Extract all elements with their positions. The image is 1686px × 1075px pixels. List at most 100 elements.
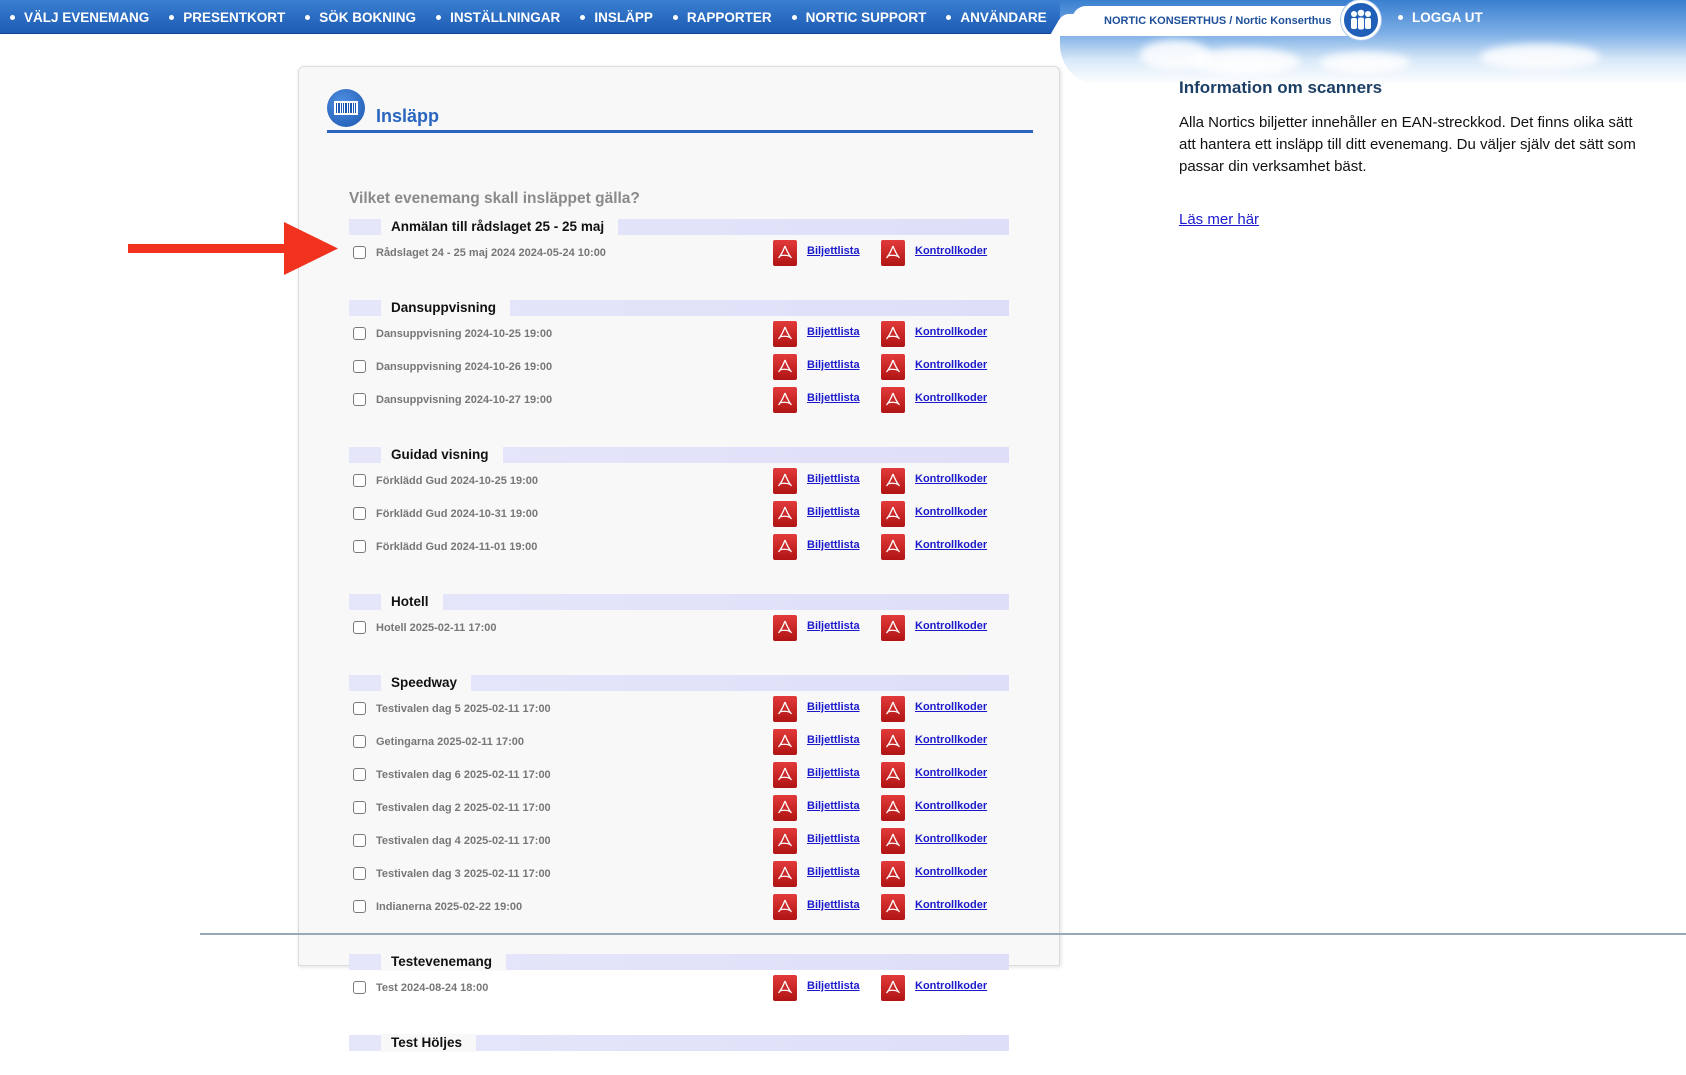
pdf-icon[interactable]	[773, 975, 797, 1001]
pdf-icon[interactable]	[773, 468, 797, 494]
pdf-icon[interactable]	[881, 795, 905, 821]
control-codes-link[interactable]: Kontrollkoder	[915, 506, 987, 518]
nav-item-6[interactable]: RAPPORTER	[672, 10, 772, 25]
control-codes-link[interactable]: Kontrollkoder	[915, 800, 987, 812]
pdf-icon[interactable]	[881, 696, 905, 722]
control-codes-link[interactable]: Kontrollkoder	[915, 866, 987, 878]
control-codes-link[interactable]: Kontrollkoder	[915, 734, 987, 746]
ticket-list-link[interactable]: Biljettlista	[807, 359, 860, 371]
control-codes-link[interactable]: Kontrollkoder	[915, 767, 987, 779]
pdf-icon[interactable]	[881, 762, 905, 788]
nav-item-3[interactable]: SÖK BOKNING	[305, 10, 416, 25]
pdf-icon[interactable]	[773, 534, 797, 560]
control-codes-link[interactable]: Kontrollkoder	[915, 833, 987, 845]
event-checkbox[interactable]	[353, 621, 366, 634]
ticket-list-link[interactable]: Biljettlista	[807, 866, 860, 878]
pdf-icon[interactable]	[773, 696, 797, 722]
logout-button[interactable]: LOGGA UT	[1398, 10, 1483, 25]
control-codes-link[interactable]: Kontrollkoder	[915, 539, 987, 551]
event-checkbox[interactable]	[353, 246, 366, 259]
event-checkbox[interactable]	[353, 867, 366, 880]
pdf-icon[interactable]	[881, 534, 905, 560]
event-checkbox[interactable]	[353, 900, 366, 913]
event-checkbox[interactable]	[353, 735, 366, 748]
event-checkbox[interactable]	[353, 360, 366, 373]
event-checkbox[interactable]	[353, 474, 366, 487]
pdf-icon[interactable]	[773, 861, 797, 887]
pdf-icon[interactable]	[773, 828, 797, 854]
ticket-list-link[interactable]: Biljettlista	[807, 473, 860, 485]
control-codes-link[interactable]: Kontrollkoder	[915, 620, 987, 632]
pdf-icon[interactable]	[773, 321, 797, 347]
event-checkbox[interactable]	[353, 768, 366, 781]
group-title: Speedway	[381, 674, 472, 692]
group-title: Test Höljes	[381, 1034, 477, 1052]
control-codes-link[interactable]: Kontrollkoder	[915, 359, 987, 371]
pdf-icon[interactable]	[881, 975, 905, 1001]
pdf-icon[interactable]	[773, 795, 797, 821]
ticket-list-link[interactable]: Biljettlista	[807, 800, 860, 812]
nav-item-5[interactable]: INSLÄPP	[580, 10, 653, 25]
pdf-icon[interactable]	[881, 501, 905, 527]
nav-item-1[interactable]: VÄLJ EVENEMANG	[10, 10, 149, 25]
event-checkbox[interactable]	[353, 702, 366, 715]
event-name: Testivalen dag 4 2025-02-11 17:00	[376, 835, 551, 847]
ticket-list-link[interactable]: Biljettlista	[807, 980, 860, 992]
ticket-list-link[interactable]: Biljettlista	[807, 539, 860, 551]
ticket-list-link[interactable]: Biljettlista	[807, 734, 860, 746]
nav-item-4[interactable]: INSTÄLLNINGAR	[436, 10, 560, 25]
nav-item-7[interactable]: NORTIC SUPPORT	[791, 10, 926, 25]
pdf-icon[interactable]	[881, 354, 905, 380]
event-checkbox[interactable]	[353, 507, 366, 520]
group-header: Speedway	[349, 674, 1009, 692]
event-checkbox[interactable]	[353, 834, 366, 847]
pdf-icon[interactable]	[773, 240, 797, 266]
pdf-icon[interactable]	[881, 861, 905, 887]
ticket-list-link[interactable]: Biljettlista	[807, 245, 860, 257]
event-row: Testivalen dag 6 2025-02-11 17:00 Biljett…	[349, 762, 1009, 798]
pdf-icon[interactable]	[773, 762, 797, 788]
nav-item-8[interactable]: ANVÄNDARE	[946, 10, 1047, 25]
control-codes-link[interactable]: Kontrollkoder	[915, 899, 987, 911]
pdf-icon[interactable]	[881, 828, 905, 854]
bullet-icon	[946, 14, 952, 20]
main-menu: VÄLJ EVENEMANG PRESENTKORT SÖK BOKNING INST…	[10, 0, 1067, 34]
ticket-list-link[interactable]: Biljettlista	[807, 392, 860, 404]
ticket-list-link[interactable]: Biljettlista	[807, 899, 860, 911]
event-checkbox[interactable]	[353, 801, 366, 814]
pdf-icon[interactable]	[773, 387, 797, 413]
pdf-icon[interactable]	[773, 354, 797, 380]
pdf-icon[interactable]	[773, 615, 797, 641]
event-checkbox[interactable]	[353, 327, 366, 340]
nav-item-2[interactable]: PRESENTKORT	[169, 10, 285, 25]
control-codes-link[interactable]: Kontrollkoder	[915, 392, 987, 404]
ticket-list-link[interactable]: Biljettlista	[807, 833, 860, 845]
pdf-icon[interactable]	[773, 501, 797, 527]
pdf-icon[interactable]	[773, 894, 797, 920]
ticket-list-link[interactable]: Biljettlista	[807, 701, 860, 713]
control-codes-link[interactable]: Kontrollkoder	[915, 245, 987, 257]
ticket-list-link[interactable]: Biljettlista	[807, 767, 860, 779]
read-more-link[interactable]: Läs mer här	[1179, 211, 1259, 228]
ticket-list-link[interactable]: Biljettlista	[807, 326, 860, 338]
control-codes-link[interactable]: Kontrollkoder	[915, 473, 987, 485]
pdf-icon[interactable]	[881, 468, 905, 494]
pdf-icon[interactable]	[881, 387, 905, 413]
event-row: Testivalen dag 4 2025-02-11 17:00 Biljett…	[349, 828, 1009, 864]
pdf-icon[interactable]	[773, 729, 797, 755]
control-codes-link[interactable]: Kontrollkoder	[915, 326, 987, 338]
pdf-icon[interactable]	[881, 729, 905, 755]
pdf-icon[interactable]	[881, 240, 905, 266]
account-tab[interactable]: NORTIC KONSERTHUS / Nortic Konserthus	[1072, 6, 1348, 36]
people-icon[interactable]	[1341, 0, 1381, 40]
ticket-list-link[interactable]: Biljettlista	[807, 620, 860, 632]
event-checkbox[interactable]	[353, 393, 366, 406]
event-checkbox[interactable]	[353, 981, 366, 994]
pdf-icon[interactable]	[881, 321, 905, 347]
control-codes-link[interactable]: Kontrollkoder	[915, 701, 987, 713]
pdf-icon[interactable]	[881, 615, 905, 641]
control-codes-link[interactable]: Kontrollkoder	[915, 980, 987, 992]
pdf-icon[interactable]	[881, 894, 905, 920]
event-checkbox[interactable]	[353, 540, 366, 553]
ticket-list-link[interactable]: Biljettlista	[807, 506, 860, 518]
